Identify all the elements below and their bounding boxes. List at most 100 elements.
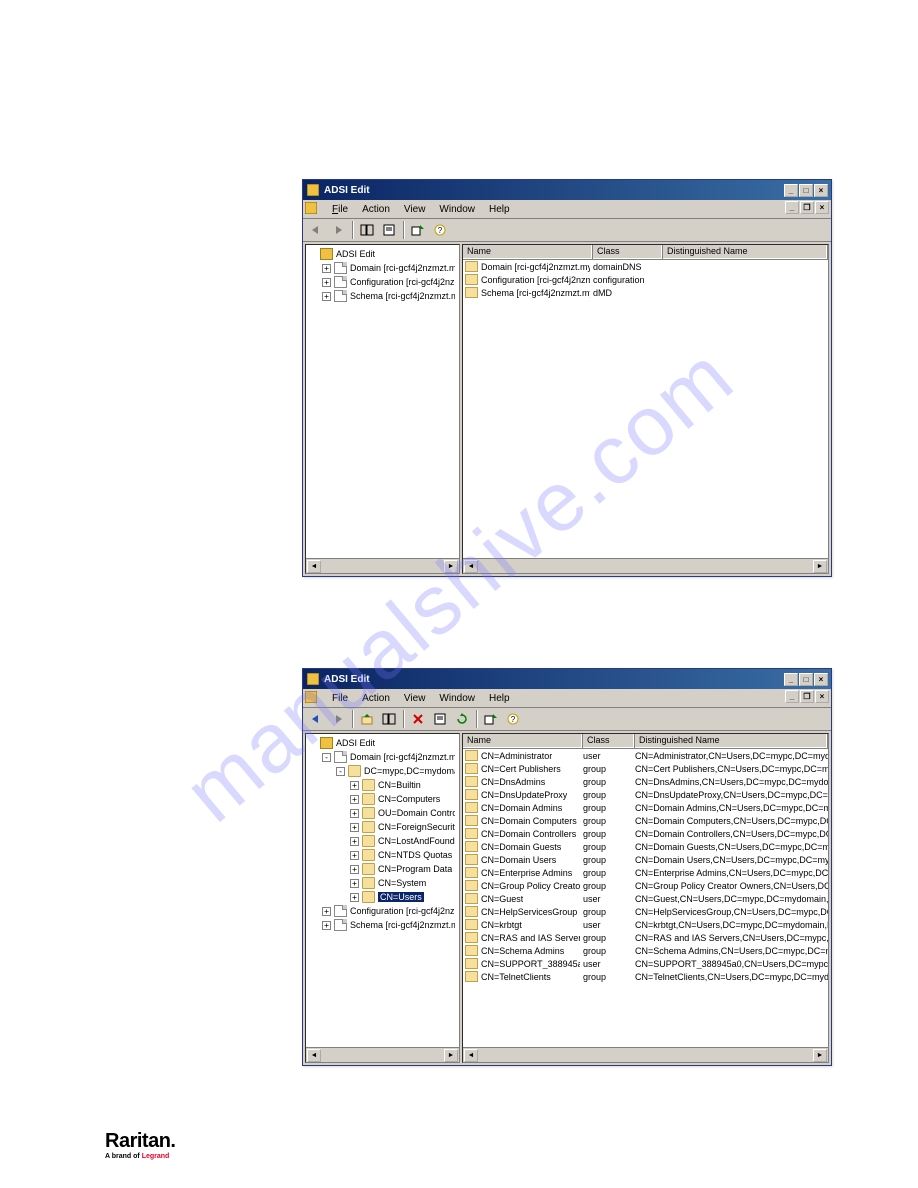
properties-button[interactable] — [430, 710, 450, 729]
list-item[interactable]: CN=AdministratoruserCN=Administrator,CN=… — [463, 749, 828, 762]
scroll-left-icon[interactable]: ◄ — [464, 1049, 478, 1062]
maximize-button[interactable]: □ — [799, 673, 813, 686]
mdi-restore-button[interactable]: ❐ — [800, 690, 814, 703]
expand-icon[interactable]: + — [350, 795, 359, 804]
menu-action[interactable]: Action — [355, 691, 397, 706]
properties-button[interactable] — [379, 221, 399, 240]
list-item[interactable]: Schema [rci-gcf4j2nzmzt.myp...dMD — [463, 286, 828, 299]
menu-view[interactable]: View — [397, 202, 433, 217]
col-dn[interactable]: Distinguished Name — [635, 734, 828, 748]
collapse-icon[interactable]: - — [322, 753, 331, 762]
tree-view[interactable]: ADSI Edit-Domain [rci-gcf4j2nzmzt.mypc.m… — [306, 734, 459, 1047]
menu-window[interactable]: Window — [432, 202, 482, 217]
close-button[interactable]: × — [814, 184, 828, 197]
list-item[interactable]: CN=Cert PublishersgroupCN=Cert Publisher… — [463, 762, 828, 775]
tree-node[interactable]: +CN=Program Data — [306, 862, 459, 876]
expand-icon[interactable]: + — [350, 809, 359, 818]
expand-icon[interactable]: + — [350, 837, 359, 846]
tree-node[interactable]: +CN=Users — [306, 890, 459, 904]
menu-action[interactable]: Action — [355, 202, 397, 217]
col-name[interactable]: Name — [463, 245, 593, 259]
menu-file[interactable]: FFileile — [325, 202, 355, 217]
expand-icon[interactable]: + — [322, 292, 331, 301]
menu-view[interactable]: View — [397, 691, 433, 706]
mdi-minimize-button[interactable]: _ — [785, 201, 799, 214]
list-item[interactable]: CN=DnsAdminsgroupCN=DnsAdmins,CN=Users,D… — [463, 775, 828, 788]
scrollbar[interactable]: ◄ ► — [306, 1047, 459, 1062]
back-button[interactable] — [306, 710, 326, 729]
col-class[interactable]: Class — [583, 734, 635, 748]
expand-icon[interactable]: + — [322, 278, 331, 287]
tree-view[interactable]: ADSI Edit+Domain [rci-gcf4j2nzmzt.mypc.m… — [306, 245, 459, 558]
expand-icon[interactable]: + — [322, 907, 331, 916]
tree-node[interactable]: +CN=NTDS Quotas — [306, 848, 459, 862]
forward-button[interactable] — [328, 221, 348, 240]
list-item[interactable]: CN=TelnetClientsgroupCN=TelnetClients,CN… — [463, 970, 828, 983]
tree-node[interactable]: ADSI Edit — [306, 736, 459, 750]
scrollbar[interactable]: ◄ ► — [306, 558, 459, 573]
delete-button[interactable] — [408, 710, 428, 729]
list-header[interactable]: Name Class Distinguished Name — [463, 245, 828, 260]
list-view[interactable]: Domain [rci-gcf4j2nzmzt.mypc...domainDNS… — [463, 260, 828, 558]
titlebar[interactable]: ADSI Edit _ □ × — [303, 180, 831, 200]
tree-node[interactable]: +CN=Computers — [306, 792, 459, 806]
tree-node[interactable]: +Configuration [rci-gcf4j2nzmzt.m — [306, 904, 459, 918]
mdi-restore-button[interactable]: ❐ — [800, 201, 814, 214]
scroll-left-icon[interactable]: ◄ — [307, 1049, 321, 1062]
tree-node[interactable]: -DC=mypc,DC=mydomain,DC — [306, 764, 459, 778]
mdi-close-button[interactable]: × — [815, 201, 829, 214]
tree-node[interactable]: -Domain [rci-gcf4j2nzmzt.mypc.my — [306, 750, 459, 764]
tree-node[interactable]: +Schema [rci-gcf4j2nzmzt.mypc.m — [306, 289, 459, 303]
menu-help[interactable]: Help — [482, 202, 517, 217]
tree-node[interactable]: +Configuration [rci-gcf4j2nzmzt.m — [306, 275, 459, 289]
scroll-right-icon[interactable]: ► — [444, 1049, 458, 1062]
tree-node[interactable]: ADSI Edit — [306, 247, 459, 261]
export-button[interactable] — [481, 710, 501, 729]
forward-button[interactable] — [328, 710, 348, 729]
list-item[interactable]: CN=Schema AdminsgroupCN=Schema Admins,CN… — [463, 944, 828, 957]
scrollbar[interactable]: ◄ ► — [463, 1047, 828, 1062]
expand-icon[interactable]: + — [322, 264, 331, 273]
tree-node[interactable]: +OU=Domain Controllers — [306, 806, 459, 820]
list-view[interactable]: CN=AdministratoruserCN=Administrator,CN=… — [463, 749, 828, 1047]
show-hide-tree-button[interactable] — [379, 710, 399, 729]
minimize-button[interactable]: _ — [784, 673, 798, 686]
scroll-left-icon[interactable]: ◄ — [307, 560, 321, 573]
col-name[interactable]: Name — [463, 734, 583, 748]
mdi-close-button[interactable]: × — [815, 690, 829, 703]
help-button[interactable]: ? — [430, 221, 450, 240]
list-item[interactable]: CN=Domain ControllersgroupCN=Domain Cont… — [463, 827, 828, 840]
list-item[interactable]: CN=Domain AdminsgroupCN=Domain Admins,CN… — [463, 801, 828, 814]
menu-help[interactable]: Help — [482, 691, 517, 706]
mdi-minimize-button[interactable]: _ — [785, 690, 799, 703]
menu-file[interactable]: File — [325, 691, 355, 706]
collapse-icon[interactable]: - — [336, 767, 345, 776]
list-item[interactable]: CN=Domain GuestsgroupCN=Domain Guests,CN… — [463, 840, 828, 853]
list-item[interactable]: CN=DnsUpdateProxygroupCN=DnsUpdateProxy,… — [463, 788, 828, 801]
scrollbar[interactable]: ◄ ► — [463, 558, 828, 573]
expand-icon[interactable]: + — [350, 879, 359, 888]
expand-icon[interactable]: + — [350, 893, 359, 902]
expand-icon[interactable]: + — [322, 921, 331, 930]
list-item[interactable]: CN=Domain ComputersgroupCN=Domain Comput… — [463, 814, 828, 827]
tree-node[interactable]: +CN=ForeignSecurityPrinci — [306, 820, 459, 834]
scroll-right-icon[interactable]: ► — [444, 560, 458, 573]
expand-icon[interactable]: + — [350, 865, 359, 874]
list-item[interactable]: Domain [rci-gcf4j2nzmzt.mypc...domainDNS — [463, 260, 828, 273]
list-item[interactable]: CN=GuestuserCN=Guest,CN=Users,DC=mypc,DC… — [463, 892, 828, 905]
col-class[interactable]: Class — [593, 245, 663, 259]
list-item[interactable]: CN=HelpServicesGroupgroupCN=HelpServices… — [463, 905, 828, 918]
minimize-button[interactable]: _ — [784, 184, 798, 197]
back-button[interactable] — [306, 221, 326, 240]
titlebar[interactable]: ADSI Edit _ □ × — [303, 669, 831, 689]
list-item[interactable]: CN=Group Policy Creator Ow...groupCN=Gro… — [463, 879, 828, 892]
scroll-left-icon[interactable]: ◄ — [464, 560, 478, 573]
list-item[interactable]: Configuration [rci-gcf4j2nzmz...configur… — [463, 273, 828, 286]
close-button[interactable]: × — [814, 673, 828, 686]
refresh-button[interactable] — [452, 710, 472, 729]
export-button[interactable] — [408, 221, 428, 240]
list-item[interactable]: CN=krbtgtuserCN=krbtgt,CN=Users,DC=mypc,… — [463, 918, 828, 931]
col-dn[interactable]: Distinguished Name — [663, 245, 828, 259]
menu-window[interactable]: Window — [432, 691, 482, 706]
tree-node[interactable]: +CN=Builtin — [306, 778, 459, 792]
